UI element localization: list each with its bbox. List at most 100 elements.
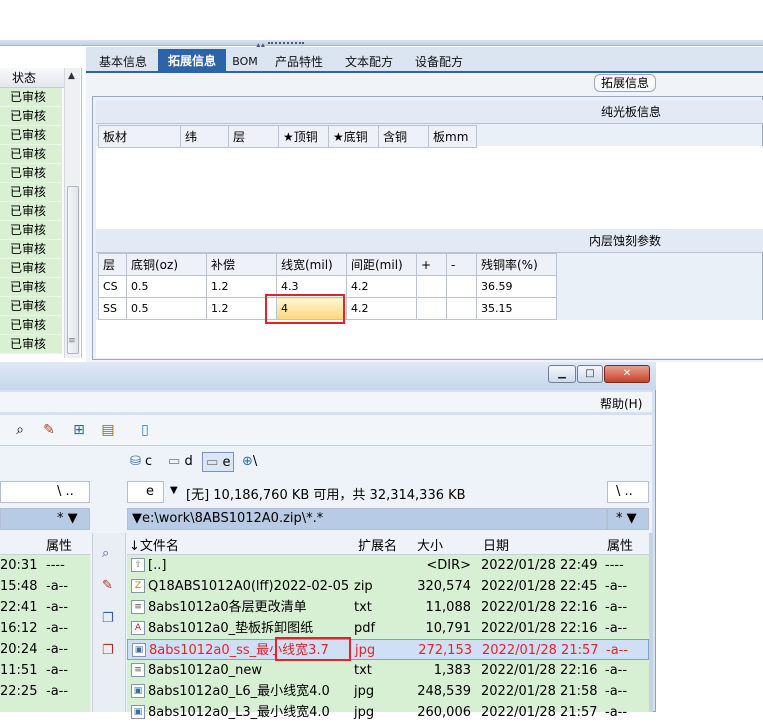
scrollbar-thumb[interactable] (67, 186, 79, 354)
status-row[interactable]: 已审核 (0, 126, 62, 145)
etch-cell[interactable] (416, 297, 447, 320)
tab-product-properties[interactable]: 产品特性 (268, 51, 330, 73)
rename-icon[interactable]: ✎ (40, 422, 58, 438)
minimize-button[interactable]: ▁ (548, 365, 576, 383)
etch-cell[interactable]: 0.5 (126, 297, 207, 320)
scroll-up-icon[interactable]: ▲ (68, 71, 75, 81)
status-row[interactable]: 已审核 (0, 240, 62, 259)
etch-header-spacing[interactable]: 间距(mil) (346, 253, 417, 276)
sync-dirs-icon[interactable]: ⊞ (70, 422, 88, 438)
left-list-item[interactable]: 15:48 -a-- (0, 576, 90, 597)
left-list-item[interactable]: 11:51 -a-- (0, 660, 90, 681)
left-list-item[interactable]: 22:25 -a-- (0, 681, 90, 702)
column-ext[interactable]: 扩展名 (358, 535, 397, 554)
etch-cell[interactable]: 4.2 (346, 297, 417, 320)
etch-cell[interactable]: CS (98, 275, 127, 298)
etch-cell[interactable] (446, 297, 477, 320)
etch-cell[interactable] (446, 275, 477, 298)
file-row[interactable]: ▣ 8abs1012a0_ss_最小线宽3.7 jpg 272,153 2022/01/… (127, 639, 649, 660)
column-name[interactable]: ↓文件名 (129, 535, 179, 554)
move-icon[interactable]: ❐ (102, 643, 114, 658)
tab-text-recipe[interactable]: 文本配方 (338, 51, 400, 73)
status-row[interactable]: 已审核 (0, 164, 62, 183)
status-row[interactable]: 已审核 (0, 107, 62, 126)
dropdown-arrow-icon[interactable]: ▼ (627, 511, 637, 526)
left-list-item[interactable]: 16:12 -a-- (0, 618, 90, 639)
file-list-scrollbar[interactable] (649, 533, 653, 712)
status-scrollbar[interactable]: ▲ ≡ (64, 68, 80, 358)
etch-cell[interactable] (416, 275, 447, 298)
board-header-layer[interactable]: 层 (228, 125, 279, 148)
dropdown-arrow-icon[interactable]: ▼ (68, 511, 78, 526)
etch-cell[interactable]: 36.59 (476, 275, 557, 298)
file-row[interactable]: A 8abs1012a0_垫板拆卸图纸 pdf 10,791 2022/01/28 22… (127, 618, 649, 639)
right-path-bar[interactable]: \ .. (607, 481, 649, 503)
board-header-bottom-copper[interactable]: ★底铜 (328, 125, 379, 148)
right-filter-bar[interactable]: * ▼ (607, 508, 649, 530)
status-row[interactable]: 已审核 (0, 259, 62, 278)
status-row[interactable]: 已审核 (0, 278, 62, 297)
etch-cell[interactable]: SS (98, 297, 127, 320)
board-header-weft[interactable]: 纬 (180, 125, 229, 148)
drive-dropdown-icon[interactable]: ▼ (170, 485, 178, 496)
status-row[interactable]: 已审核 (0, 145, 62, 164)
notepad-icon[interactable]: ▯ (136, 422, 154, 438)
status-row[interactable]: 已审核 (0, 221, 62, 240)
binoculars-icon[interactable]: ⌕ (11, 422, 29, 438)
erp-splitter-bar[interactable] (0, 40, 763, 46)
file-row[interactable]: Z Q18ABS1012A0(lff)2022-02-05 zip 320,574 20… (127, 576, 649, 597)
copy-icon[interactable]: ❐ (102, 611, 114, 626)
drive-d-button[interactable]: ▭ d (168, 452, 193, 472)
etch-header-base-copper[interactable]: 底铜(oz) (126, 253, 207, 276)
file-row[interactable]: ▣ 8abs1012a0_L3_最小线宽4.0 jpg 260,006 2022/01/… (127, 702, 649, 723)
status-row[interactable]: 已审核 (0, 183, 62, 202)
tab-bom[interactable]: BOM (230, 51, 260, 73)
etch-cell[interactable]: 0.5 (126, 275, 207, 298)
tab-extended-info[interactable]: 拓展信息 (158, 49, 226, 73)
status-row[interactable]: 已审核 (0, 88, 62, 107)
left-path-bar[interactable]: \ .. (0, 481, 90, 503)
etch-header-minus[interactable]: - (446, 253, 477, 276)
maximize-button[interactable]: □ (577, 365, 603, 383)
status-row[interactable]: 已审核 (0, 202, 62, 221)
splitter-grip[interactable] (268, 42, 304, 45)
status-row[interactable]: 已审核 (0, 297, 62, 316)
menu-help[interactable]: 帮助(H) (600, 395, 642, 412)
etch-header-plus[interactable]: + (416, 253, 447, 276)
current-path-bar[interactable]: ▼e:\work\8ABS1012A0.zip\*.* (127, 508, 607, 530)
board-header-copper-content[interactable]: 含铜 (378, 125, 429, 148)
tab-equipment-recipe[interactable]: 设备配方 (408, 51, 470, 73)
etch-cell[interactable]: 4.2 (346, 275, 417, 298)
left-attr-header[interactable]: 属性 (46, 535, 72, 554)
status-column-header[interactable]: 状态 (0, 68, 64, 88)
etch-header-compensation[interactable]: 补偿 (206, 253, 277, 276)
board-header-thickness[interactable]: 板mm (428, 125, 477, 148)
drive-c-button[interactable]: ⛁ c (130, 452, 152, 472)
left-list-item[interactable]: 20:24 -a-- (0, 639, 90, 660)
left-filter-bar[interactable]: * ▼ (0, 508, 90, 530)
board-header-top-copper[interactable]: ★顶铜 (278, 125, 329, 148)
column-attr[interactable]: 属性 (607, 535, 633, 554)
status-row[interactable]: 已审核 (0, 335, 62, 354)
etch-cell[interactable]: 35.15 (476, 297, 557, 320)
column-date[interactable]: 日期 (483, 535, 509, 554)
column-size[interactable]: 大小 (417, 535, 443, 554)
file-row[interactable]: ≡ 8abs1012a0_new txt 1,383 2022/01/28 22:16-… (127, 660, 649, 681)
file-row[interactable]: ▣ 8abs1012a0_L6_最小线宽4.0 jpg 248,539 2022/01/… (127, 681, 649, 702)
board-header-material[interactable]: 板材 (98, 125, 181, 148)
edit-icon[interactable]: ✎ (102, 578, 113, 593)
clipboard-icon[interactable]: ▤ (99, 422, 117, 438)
file-row[interactable]: ≡ 8abs1012a0各层更改清单 txt 11,088 2022/01/28 22:… (127, 597, 649, 618)
etch-header-residual-copper[interactable]: 残铜率(%) (476, 253, 557, 276)
drive-e-button[interactable]: ▭ e (202, 452, 235, 472)
tab-basic-info[interactable]: 基本信息 (90, 51, 156, 73)
drive-select[interactable]: e (127, 481, 164, 503)
etch-header-layer[interactable]: 层 (98, 253, 127, 276)
close-button[interactable]: ✕ (604, 365, 650, 383)
file-row[interactable]: ⇧ [..] <DIR> 2022/01/28 22:49 ---- (127, 555, 649, 576)
status-row[interactable]: 已审核 (0, 316, 62, 335)
network-drive-button[interactable]: ⊕\ (242, 452, 257, 472)
view-icon[interactable]: ⌕ (102, 546, 109, 561)
etch-header-line-width[interactable]: 线宽(mil) (276, 253, 347, 276)
left-list-item[interactable]: 20:31 ---- (0, 555, 90, 576)
